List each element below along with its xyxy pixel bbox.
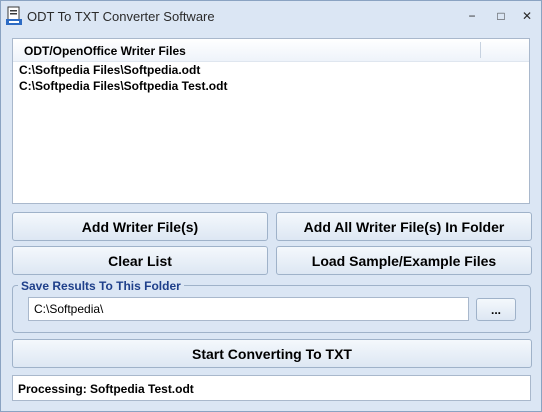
maximize-button[interactable]: □ <box>490 7 512 25</box>
minimize-button[interactable]: − <box>461 7 483 25</box>
load-sample-button[interactable]: Load Sample/Example Files <box>276 246 532 275</box>
list-item[interactable]: C:\Softpedia Files\Softpedia Test.odt <box>19 79 227 95</box>
file-list-header[interactable]: ODT/OpenOffice Writer Files <box>13 39 529 62</box>
add-folder-button[interactable]: Add All Writer File(s) In Folder <box>276 212 532 241</box>
output-folder-field[interactable] <box>28 297 469 321</box>
window-title: ODT To TXT Converter Software <box>27 9 215 24</box>
app-window: ODT To TXT Converter Software − □ ✕ ODT/… <box>0 0 542 412</box>
add-files-button[interactable]: Add Writer File(s) <box>12 212 268 241</box>
close-button[interactable]: ✕ <box>516 7 538 25</box>
status-text: Processing: Softpedia Test.odt <box>18 382 194 396</box>
clear-list-button[interactable]: Clear List <box>12 246 268 275</box>
list-item[interactable]: C:\Softpedia Files\Softpedia.odt <box>19 63 200 79</box>
status-bar: Processing: Softpedia Test.odt <box>12 375 531 401</box>
title-bar: ODT To TXT Converter Software − □ ✕ <box>1 1 541 33</box>
column-divider[interactable] <box>480 42 481 58</box>
save-folder-label: Save Results To This Folder <box>18 279 184 293</box>
app-icon <box>6 6 22 25</box>
browse-button[interactable]: ... <box>476 298 516 321</box>
start-converting-button[interactable]: Start Converting To TXT <box>12 339 532 368</box>
file-list-column-header[interactable]: ODT/OpenOffice Writer Files <box>24 44 186 58</box>
file-list[interactable]: ODT/OpenOffice Writer Files C:\Softpedia… <box>12 38 530 204</box>
